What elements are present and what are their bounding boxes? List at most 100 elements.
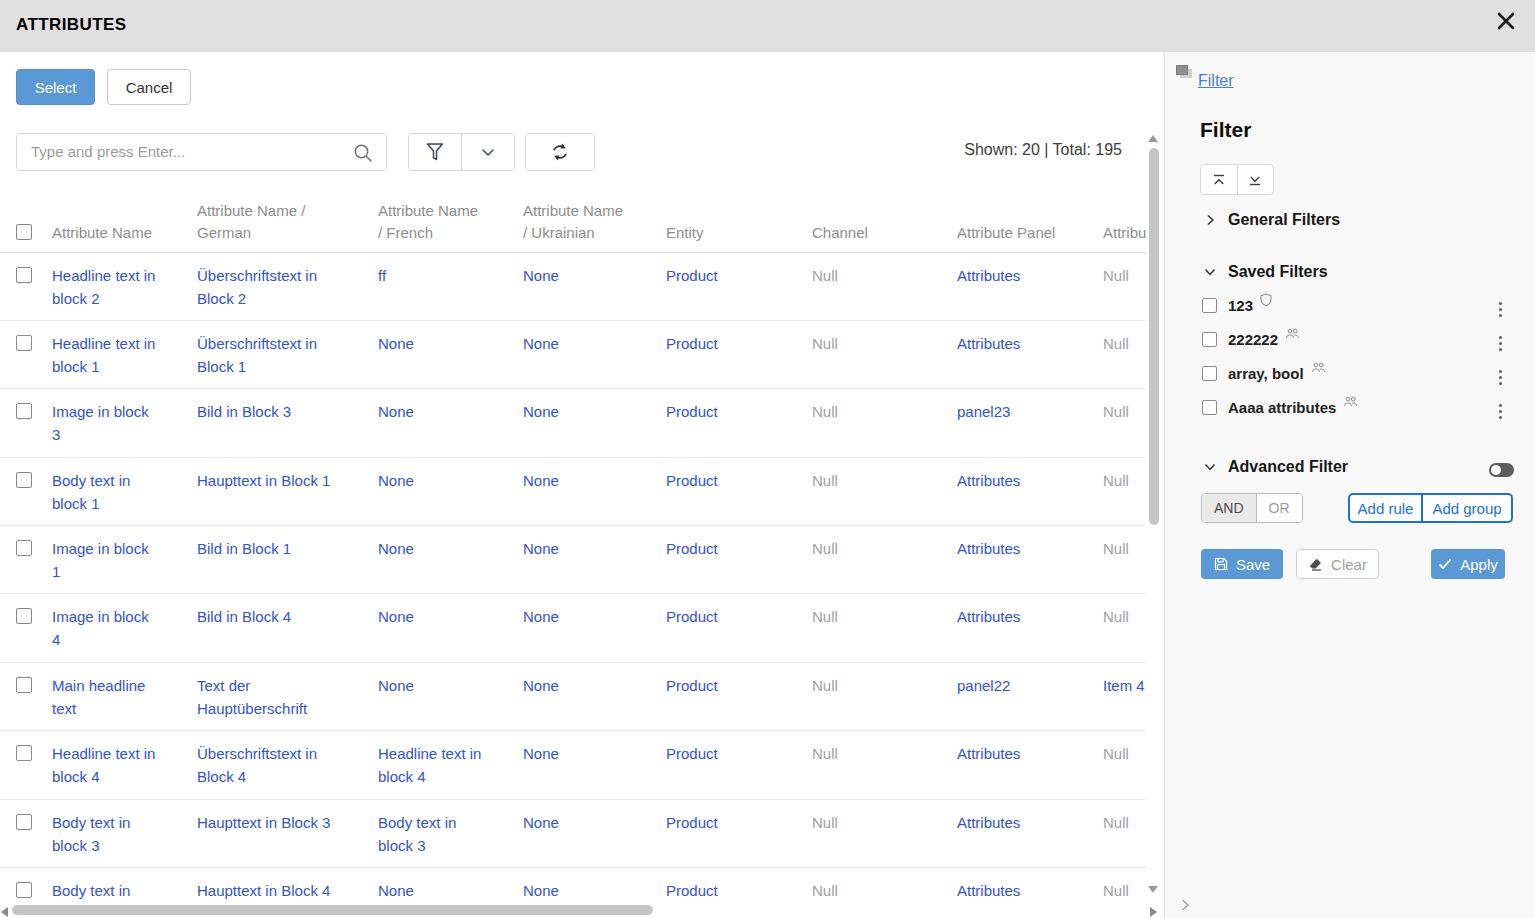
saved-filter-item[interactable]: Aaaa attributes (1202, 399, 1358, 416)
cell-french[interactable]: None (378, 469, 515, 492)
cell-attribute-panel[interactable]: Attributes (957, 264, 1095, 287)
cell-attribute-panel[interactable]: Attributes (957, 742, 1095, 765)
save-button[interactable]: Save (1201, 549, 1283, 579)
row-checkbox[interactable] (16, 745, 32, 761)
row-checkbox[interactable] (16, 335, 32, 351)
cell-ukrainian[interactable]: None (523, 264, 658, 287)
cell-attribute-panel[interactable]: Attributes (957, 879, 1095, 902)
saved-filter-checkbox[interactable] (1202, 400, 1217, 415)
row-checkbox[interactable] (16, 403, 32, 419)
row-checkbox[interactable] (16, 540, 32, 556)
cell-french[interactable]: None (378, 400, 515, 423)
filter-panel-link[interactable]: Filter (1198, 72, 1234, 90)
cell-attribute-panel[interactable]: Attributes (957, 811, 1095, 834)
cell-entity[interactable]: Product (666, 400, 804, 423)
column-header-french[interactable]: Attribute Name / French (378, 195, 523, 252)
column-header-ukrainian[interactable]: Attribute Name / Ukrainian (523, 195, 666, 252)
row-checkbox[interactable] (16, 814, 32, 830)
column-header-channel[interactable]: Channel (812, 195, 957, 252)
expand-all-icon[interactable] (1237, 165, 1274, 194)
saved-filter-item[interactable]: 123 (1202, 297, 1272, 314)
saved-filter-label[interactable]: array, bool (1228, 365, 1304, 382)
search-icon[interactable] (352, 142, 374, 164)
cell-german[interactable]: Haupttext in Block 1 (197, 469, 370, 492)
collapse-all-icon[interactable] (1201, 165, 1237, 194)
apply-button[interactable]: Apply (1431, 549, 1505, 579)
cell-german[interactable]: Überschriftstext in Block 4 (197, 742, 370, 788)
general-filters-section[interactable]: General Filters (1203, 211, 1340, 229)
cell-attribute-panel[interactable]: panel22 (957, 674, 1095, 697)
cell-ukrainian[interactable]: None (523, 605, 658, 628)
saved-filter-checkbox[interactable] (1202, 332, 1217, 347)
saved-filter-checkbox[interactable] (1202, 366, 1217, 381)
panel-window-icon[interactable] (1176, 65, 1193, 79)
saved-filter-menu-icon[interactable] (1499, 404, 1503, 419)
cell-french[interactable]: ff (378, 264, 515, 287)
cell-french[interactable]: None (378, 537, 515, 560)
and-button[interactable]: AND (1202, 494, 1256, 522)
row-checkbox[interactable] (16, 472, 32, 488)
cell-attribute-name[interactable]: Image in block 1 (52, 537, 189, 583)
cell-french[interactable]: Body text in block 3 (378, 811, 515, 857)
cell-attribute-name[interactable]: Headline text in block 2 (52, 264, 189, 310)
search-input[interactable]: Type and press Enter... (16, 133, 387, 171)
cell-entity[interactable]: Product (666, 811, 804, 834)
cell-ukrainian[interactable]: None (523, 742, 658, 765)
cell-ukrainian[interactable]: None (523, 400, 658, 423)
cell-french[interactable]: None (378, 674, 515, 697)
table-scroll-down-arrow[interactable] (1148, 886, 1158, 893)
cell-german[interactable]: Text der Hauptüberschrift (197, 674, 370, 720)
cell-attribute-name[interactable]: Headline text in block 4 (52, 742, 189, 788)
cell-german[interactable]: Bild in Block 1 (197, 537, 370, 560)
cell-attribute-panel[interactable]: Attributes (957, 605, 1095, 628)
or-button[interactable]: OR (1256, 494, 1302, 522)
cell-german[interactable]: Haupttext in Block 4 (197, 879, 370, 902)
saved-filter-menu-icon[interactable] (1499, 370, 1503, 385)
add-rule-button[interactable]: Add rule (1350, 495, 1423, 521)
cell-entity[interactable]: Product (666, 537, 804, 560)
cell-attribute-panel[interactable]: panel23 (957, 400, 1095, 423)
cell-french[interactable]: Headline text in block 4 (378, 742, 515, 788)
add-group-button[interactable]: Add group (1423, 495, 1511, 521)
saved-filter-label[interactable]: 222222 (1228, 331, 1278, 348)
cell-ukrainian[interactable]: None (523, 674, 658, 697)
cell-entity[interactable]: Product (666, 674, 804, 697)
row-checkbox[interactable] (16, 882, 32, 898)
cell-ukrainian[interactable]: None (523, 879, 658, 902)
saved-filter-checkbox[interactable] (1202, 298, 1217, 313)
table-horizontal-scrollbar[interactable] (12, 905, 653, 915)
column-header-attribute-panel[interactable]: Attribute Panel (957, 195, 1103, 252)
cell-ukrainian[interactable]: None (523, 332, 658, 355)
clear-button[interactable]: Clear (1296, 549, 1379, 579)
cell-ukrainian[interactable]: None (523, 811, 658, 834)
cell-french[interactable]: None (378, 332, 515, 355)
table-scroll-right-arrow[interactable] (1150, 907, 1157, 917)
select-all-checkbox[interactable] (16, 224, 32, 240)
cancel-button[interactable]: Cancel (107, 69, 191, 105)
table-scroll-left-arrow[interactable] (1, 907, 8, 917)
cell-attribute-name[interactable]: Headline text in block 1 (52, 332, 189, 378)
cell-french[interactable]: None (378, 605, 515, 628)
row-checkbox[interactable] (16, 267, 32, 283)
cell-entity[interactable]: Product (666, 264, 804, 287)
close-icon[interactable] (1492, 7, 1520, 35)
cell-attribute-name[interactable]: Main headline text (52, 674, 189, 720)
select-button[interactable]: Select (16, 69, 95, 105)
saved-filter-item[interactable]: array, bool (1202, 365, 1326, 382)
saved-filter-menu-icon[interactable] (1499, 302, 1503, 317)
cell-attribute-name[interactable]: Body text in block 4 (52, 879, 189, 903)
saved-filter-label[interactable]: 123 (1228, 297, 1253, 314)
advanced-filter-toggle[interactable] (1489, 463, 1514, 477)
cell-ukrainian[interactable]: None (523, 469, 658, 492)
cell-attribute-name[interactable]: Body text in block 3 (52, 811, 189, 857)
saved-filter-menu-icon[interactable] (1499, 336, 1503, 351)
cell-french[interactable]: None (378, 879, 515, 902)
saved-filters-section[interactable]: Saved Filters (1203, 263, 1328, 281)
cell-german[interactable]: Bild in Block 3 (197, 400, 370, 423)
advanced-filter-section[interactable]: Advanced Filter (1203, 458, 1348, 476)
cell-attribute-panel[interactable]: Attributes (957, 332, 1095, 355)
column-header-attribute-name[interactable]: Attribute Name (52, 195, 197, 252)
saved-filter-item[interactable]: 222222 (1202, 331, 1300, 348)
refresh-icon[interactable] (526, 134, 594, 170)
filter-funnel-button[interactable] (409, 134, 461, 170)
